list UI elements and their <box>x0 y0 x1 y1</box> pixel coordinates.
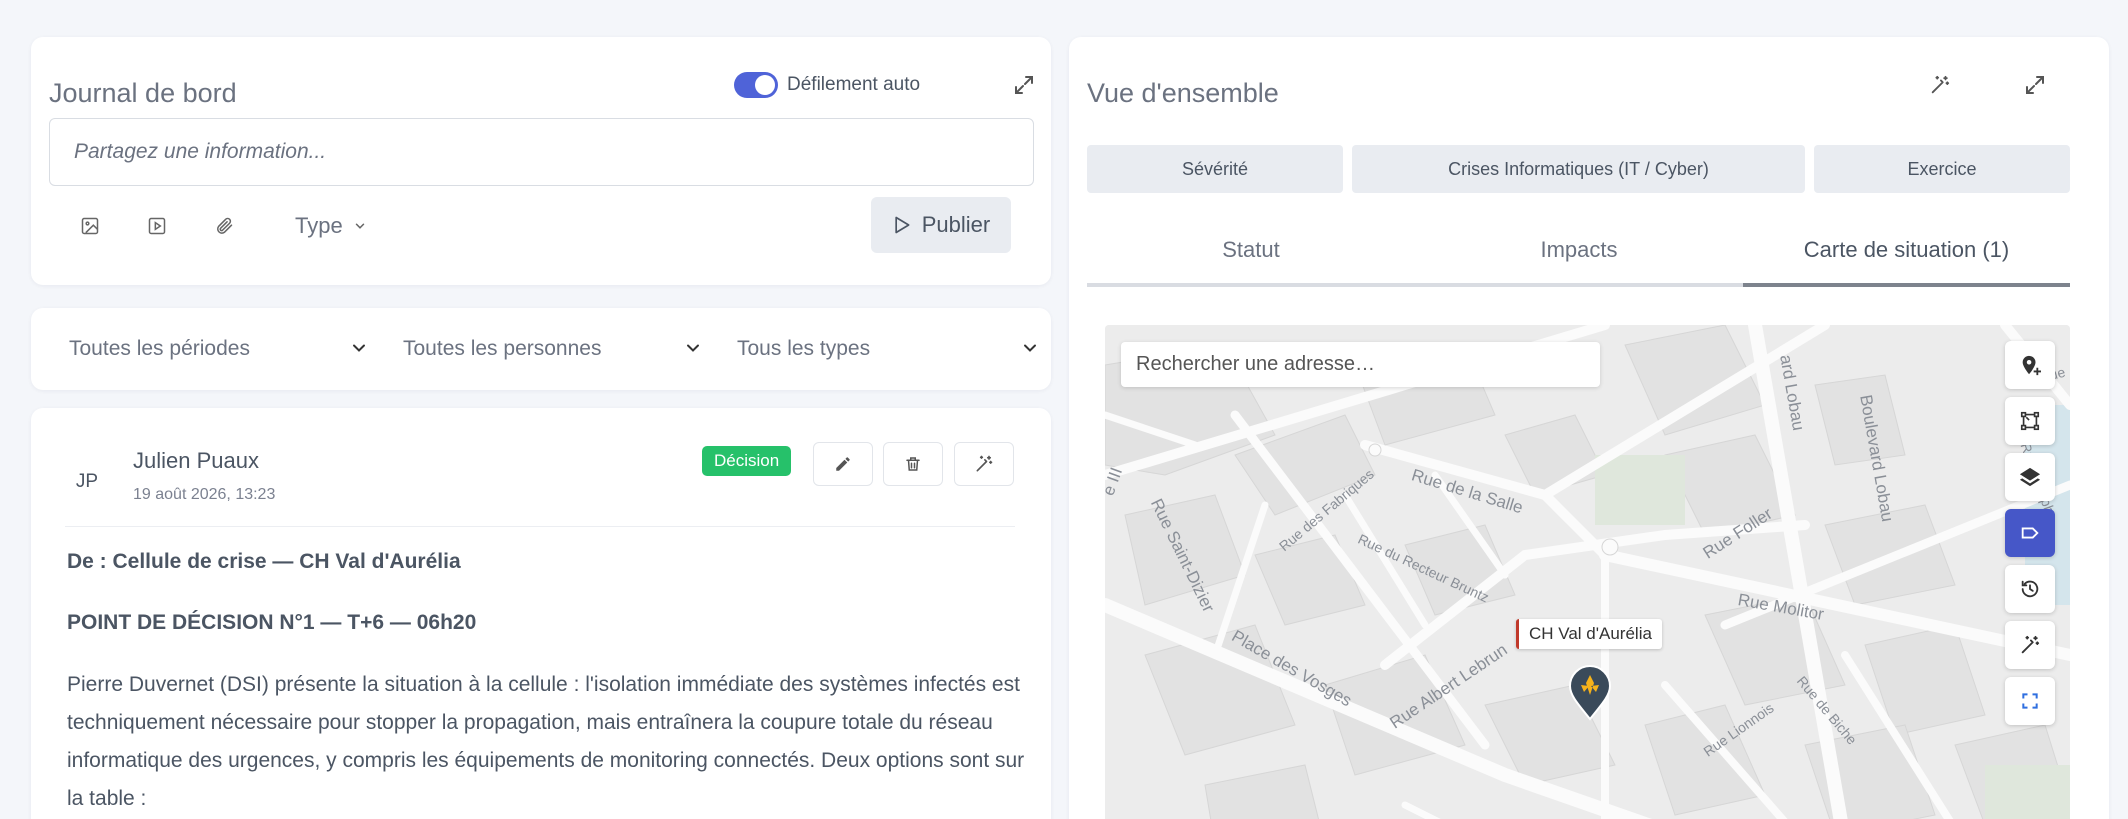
send-icon <box>892 215 912 235</box>
period-filter-label: Toutes les périodes <box>69 337 250 360</box>
publish-button[interactable]: Publier <box>871 197 1011 253</box>
status-badge: Décision <box>702 446 792 476</box>
layers-icon[interactable] <box>2005 453 2055 501</box>
magic-wand-icon[interactable] <box>2005 621 2055 669</box>
overview-card: Vue d'ensemble Sévérité Crises Informati… <box>1069 37 2109 819</box>
filter-card: Toutes les périodes Toutes les personnes… <box>31 308 1051 390</box>
magic-wand-button[interactable] <box>954 442 1014 486</box>
map-search-input[interactable] <box>1121 342 1600 387</box>
tab-impacts[interactable]: Impacts <box>1415 217 1743 287</box>
paperclip-icon[interactable] <box>207 209 241 243</box>
journal-card: Journal de bord Défilement auto Type Pub… <box>31 37 1051 285</box>
share-input[interactable] <box>49 118 1034 186</box>
chevron-down-icon <box>353 219 367 233</box>
history-icon[interactable] <box>2005 565 2055 613</box>
fullscreen-icon[interactable] <box>2005 677 2055 725</box>
category-chip[interactable]: Crises Informatiques (IT / Cyber) <box>1352 145 1805 193</box>
chevron-down-icon <box>349 338 369 358</box>
type-dropdown[interactable]: Type <box>295 211 367 241</box>
magic-wand-icon <box>974 454 994 474</box>
entry-date: 19 août 2026, 13:23 <box>133 486 276 503</box>
period-filter[interactable]: Toutes les périodes <box>69 308 379 390</box>
severity-chip[interactable]: Sévérité <box>1087 145 1343 193</box>
expand-icon[interactable] <box>1009 70 1039 100</box>
image-icon[interactable] <box>73 209 107 243</box>
trash-icon <box>904 455 922 473</box>
expand-icon[interactable] <box>2019 69 2051 101</box>
chevron-down-icon <box>683 338 703 358</box>
map-background <box>1105 325 2070 819</box>
entry-heading: POINT DE DÉCISION N°1 — T+6 — 06h20 <box>67 611 477 634</box>
divider <box>65 526 1015 527</box>
situation-map[interactable]: Rue de la Salle Rue Foller Rue Molitor B… <box>1105 325 2070 819</box>
autoscroll-toggle[interactable] <box>734 72 778 98</box>
author-name: Julien Puaux <box>133 448 259 473</box>
autoscroll-label: Défilement auto <box>787 74 921 95</box>
publish-label: Publier <box>921 212 991 237</box>
entry-body: Pierre Duvernet (DSI) présente la situat… <box>67 673 1025 810</box>
map-marker-label: CH Val d'Aurélia <box>1516 619 1662 649</box>
map-marker-pin[interactable] <box>1567 665 1613 721</box>
pencil-icon <box>834 455 852 473</box>
type-label: Type <box>295 213 343 238</box>
journal-entry: JP Julien Puaux 19 août 2026, 13:23 Déci… <box>31 408 1051 819</box>
entry-from-line: De : Cellule de crise — CH Val d'Aurélia <box>67 550 461 573</box>
delete-button[interactable] <box>883 442 943 486</box>
polygon-icon[interactable] <box>2005 397 2055 445</box>
add-location-icon[interactable] <box>2005 341 2055 389</box>
tab-status[interactable]: Statut <box>1087 217 1415 287</box>
chevron-down-icon <box>1020 338 1040 358</box>
types-filter-label: Tous les types <box>737 337 871 360</box>
edit-button[interactable] <box>813 442 873 486</box>
magic-wand-icon[interactable] <box>1924 69 1956 101</box>
video-icon[interactable] <box>140 209 174 243</box>
overview-title: Vue d'ensemble <box>1087 78 1279 108</box>
label-icon[interactable] <box>2005 509 2055 557</box>
exercise-chip[interactable]: Exercice <box>1814 145 2070 193</box>
types-filter[interactable]: Tous les types <box>737 308 1036 390</box>
people-filter[interactable]: Toutes les personnes <box>403 308 713 390</box>
avatar: JP <box>75 471 99 492</box>
people-filter-label: Toutes les personnes <box>403 337 602 360</box>
journal-title: Journal de bord <box>49 78 237 108</box>
tab-situation-map[interactable]: Carte de situation (1) <box>1743 217 2070 287</box>
